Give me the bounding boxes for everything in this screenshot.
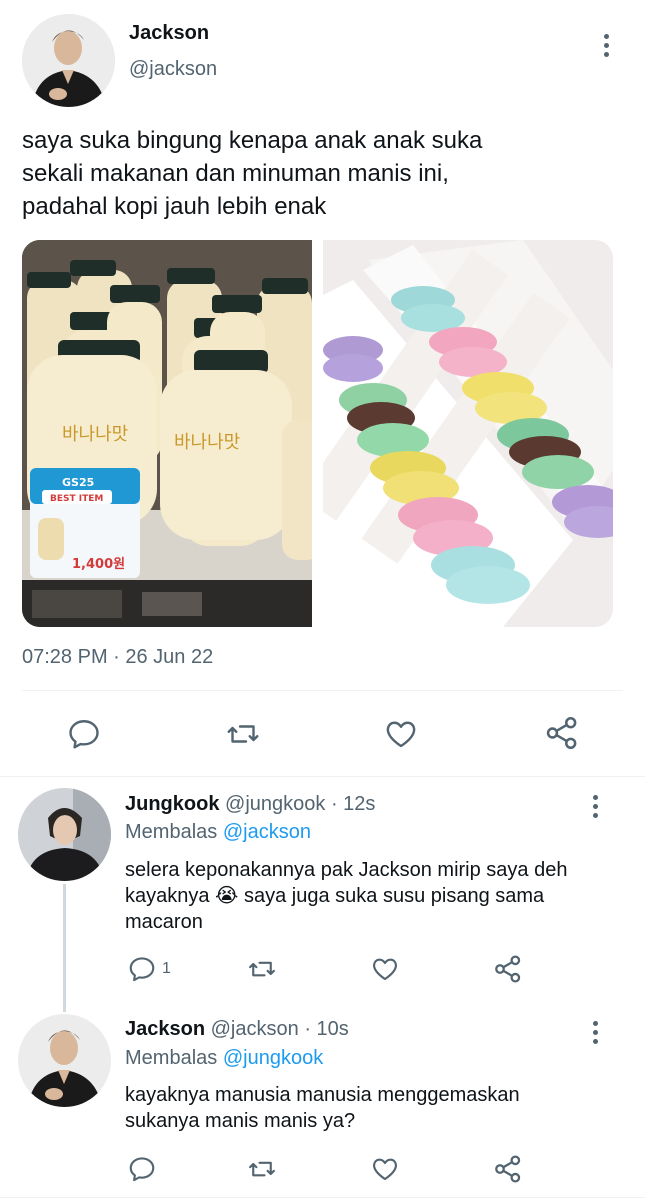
divider: [22, 690, 623, 691]
like-icon[interactable]: [370, 954, 400, 984]
tweet-text-line: sekali makanan dan minuman manis ini,: [22, 160, 449, 187]
share-icon[interactable]: [492, 953, 524, 985]
tweet-text-line: saya suka bingung kenapa anak anak suka: [22, 127, 483, 154]
more-options-icon[interactable]: [593, 1021, 599, 1048]
retweet-icon[interactable]: [224, 716, 262, 752]
svg-text:GS25: GS25: [62, 476, 94, 489]
reply-count: 1: [162, 960, 171, 977]
share-icon[interactable]: [492, 1153, 524, 1185]
tweet-text: saya suka bingung kenapa anak anak suka …: [22, 124, 482, 223]
tweet-image-banana-milk[interactable]: 바나나맛 바나나맛 GS25 BEST ITEM 1,400원: [22, 240, 312, 627]
svg-text:1,400원: 1,400원: [72, 557, 125, 572]
retweet-icon[interactable]: [246, 954, 278, 984]
reply-text-line: kayaknya manusia manusia menggemaskan: [125, 1084, 520, 1106]
replying-to-handle[interactable]: @jungkook: [223, 1047, 323, 1069]
retweet-icon[interactable]: [246, 1154, 278, 1184]
reply-header: Jackson @jackson · 10s: [125, 1018, 349, 1041]
reply-icon[interactable]: [66, 716, 102, 752]
like-icon[interactable]: [383, 716, 419, 752]
replying-to: Membalas @jackson: [125, 821, 311, 844]
tweet-timestamp[interactable]: 07:28 PM · 26 Jun 22: [22, 646, 213, 669]
reply-text-line: selera keponakannya pak Jackson mirip sa…: [125, 859, 568, 881]
avatar[interactable]: [18, 788, 111, 881]
replying-to-label: Membalas: [125, 821, 218, 843]
reply-header: Jungkook @jungkook · 12s: [125, 793, 375, 816]
author-handle[interactable]: @jackson: [211, 1018, 299, 1040]
thread-line: [63, 884, 66, 1012]
avatar[interactable]: [18, 1014, 111, 1107]
replying-to: Membalas @jungkook: [125, 1047, 323, 1070]
divider: [0, 776, 645, 777]
avatar[interactable]: [22, 14, 115, 107]
tweet-image-macarons[interactable]: [323, 240, 613, 627]
more-options-icon[interactable]: [604, 34, 610, 61]
reply-text-line: kayaknya 😭 saya juga suka susu pisang sa…: [125, 885, 545, 907]
divider: [0, 1197, 645, 1198]
svg-text:BEST ITEM: BEST ITEM: [50, 494, 103, 504]
author-name[interactable]: Jungkook: [125, 793, 219, 815]
reply-text: kayaknya manusia manusia menggemaskan su…: [125, 1082, 520, 1134]
reply-icon[interactable]: [127, 954, 157, 984]
reply-text-line: sukanya manis manis ya?: [125, 1110, 356, 1132]
author-handle[interactable]: @jungkook: [225, 793, 325, 815]
svg-text:바나나맛: 바나나맛: [174, 432, 240, 453]
reply-icon[interactable]: [127, 1154, 157, 1184]
reply-time[interactable]: · 10s: [304, 1018, 348, 1040]
replying-to-label: Membalas: [125, 1047, 218, 1069]
svg-text:바나나맛: 바나나맛: [62, 424, 128, 445]
reply-text-line: macaron: [125, 911, 203, 933]
author-name[interactable]: Jackson: [129, 22, 209, 45]
tweet-text-line: padahal kopi jauh lebih enak: [22, 193, 327, 220]
reply-time[interactable]: · 12s: [331, 793, 375, 815]
author-handle[interactable]: @jackson: [129, 58, 217, 81]
more-options-icon[interactable]: [593, 795, 599, 822]
replying-to-handle[interactable]: @jackson: [223, 821, 311, 843]
reply-text: selera keponakannya pak Jackson mirip sa…: [125, 857, 567, 935]
share-icon[interactable]: [543, 714, 581, 752]
like-icon[interactable]: [370, 1154, 400, 1184]
author-name[interactable]: Jackson: [125, 1018, 205, 1040]
